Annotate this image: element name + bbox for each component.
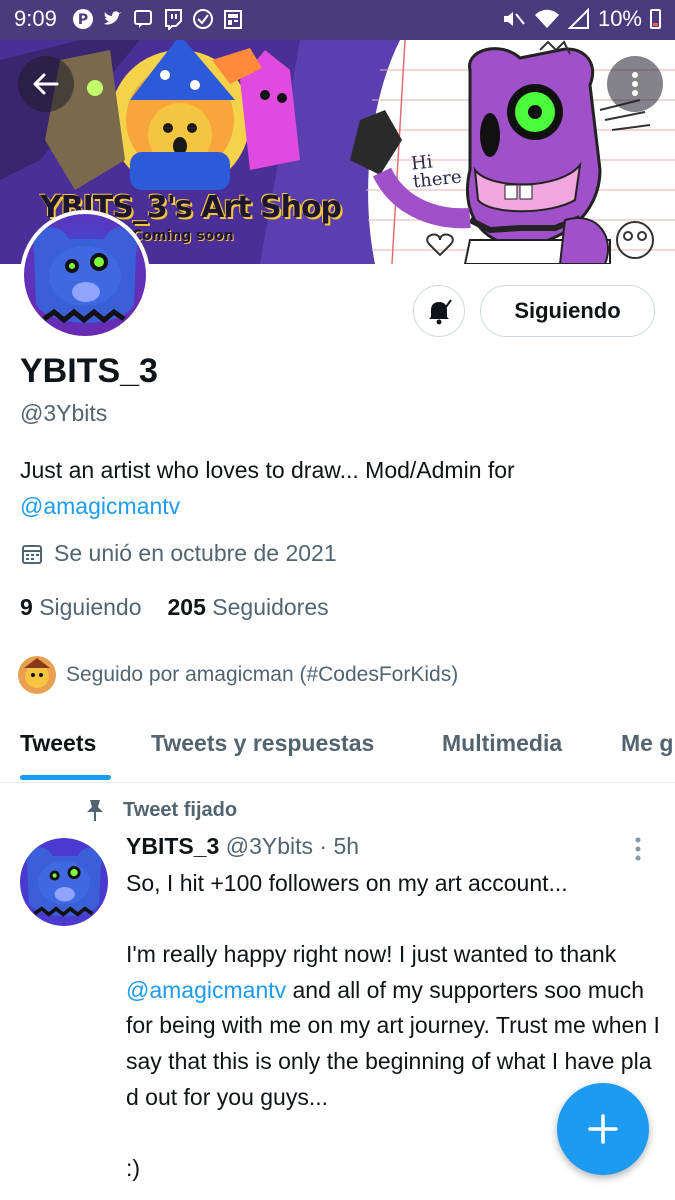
profile-handle: @3Ybits [20, 400, 108, 426]
pin-icon [87, 800, 103, 821]
active-tab-indicator [20, 775, 111, 780]
system-status: 10% [502, 6, 661, 32]
tweet-mention-link[interactable]: @amagicmantv [126, 977, 286, 1003]
tab-tweets-replies[interactable]: Tweets y respuestas [151, 730, 374, 757]
messenger-icon [134, 10, 152, 28]
tweet-time[interactable]: 5h [333, 833, 359, 859]
following-count: 9 [20, 594, 33, 620]
follower-avatar [18, 656, 56, 694]
tweet-author-avatar[interactable] [20, 838, 108, 926]
arrow-left-icon [33, 73, 59, 95]
tab-likes[interactable]: Me g [621, 730, 673, 757]
followed-by[interactable]: Seguido por amagicman (#CodesForKids) [18, 656, 458, 694]
twitter-icon [104, 11, 122, 25]
more-vertical-icon [632, 72, 638, 96]
notification-bell-button[interactable] [413, 285, 465, 337]
banner-speech-text: Hi there [410, 151, 463, 193]
compose-tweet-button[interactable] [557, 1083, 649, 1175]
svg-text:P: P [78, 12, 88, 28]
join-date-text: Se unió en octubre de 2021 [54, 540, 337, 566]
join-date: Se unió en octubre de 2021 [20, 540, 337, 567]
more-options-button[interactable] [607, 56, 663, 112]
pinned-label-text: Tweet fijado [123, 798, 238, 821]
bio-mention-link[interactable]: @amagicmantv [20, 493, 180, 519]
profile-bio: Just an artist who loves to draw... Mod/… [20, 452, 660, 524]
tweet-separator: · [313, 833, 334, 859]
tweet-avatar-image [20, 838, 108, 926]
banner-subtitle: Coming soon [132, 228, 234, 244]
follower-avatar-image [18, 656, 56, 694]
status-bar: 9:09 P 10% [0, 0, 675, 40]
tweet-more-button[interactable] [634, 836, 642, 867]
pinned-label: Tweet fijado [85, 798, 237, 822]
plus-icon [588, 1114, 618, 1144]
pinterest-icon: P [73, 9, 93, 29]
tab-tweets[interactable]: Tweets [20, 730, 96, 757]
followers-count: 205 [167, 594, 206, 620]
following-button[interactable]: Siguiendo [480, 285, 655, 337]
follow-counts: 9 Siguiendo 205 Seguidores [20, 594, 329, 621]
tab-media[interactable]: Multimedia [442, 730, 562, 757]
notification-icons: P [72, 8, 244, 30]
tweet-text-part-1: So, I hit +100 followers on my art accou… [126, 870, 617, 968]
notification-bell-icon [429, 299, 452, 325]
tweet-author-name[interactable]: YBITS_3 [126, 833, 219, 859]
calendar-icon [22, 544, 42, 564]
tweet-author-handle[interactable]: @3Ybits [226, 833, 313, 859]
tweet-header: YBITS_3 @3Ybits · 5h [126, 833, 359, 860]
more-vertical-icon [635, 837, 641, 861]
bio-text: Just an artist who loves to draw... Mod/… [20, 457, 515, 483]
battery-percent: 10% [597, 6, 642, 31]
avatar-image [24, 214, 146, 336]
twitch-icon [165, 9, 182, 30]
profile-tabs: Tweets Tweets y respuestas Multimedia Me… [0, 712, 675, 783]
following-count-link[interactable]: 9 Siguiendo [20, 594, 142, 621]
followed-by-text: Seguido por amagicman (#CodesForKids) [66, 663, 459, 686]
profile-name: YBITS_3 [20, 352, 158, 390]
profile-avatar[interactable] [20, 210, 150, 340]
back-button[interactable] [18, 56, 74, 112]
followers-count-link[interactable]: 205 Seguidores [168, 594, 329, 621]
mute-icon [503, 12, 525, 26]
signal-icon [567, 8, 589, 29]
status-time: 9:09 [14, 6, 57, 31]
news-icon [224, 10, 242, 29]
battery-icon [650, 9, 661, 29]
following-label: Siguiendo [39, 594, 142, 620]
check-circle-icon [193, 9, 213, 29]
wifi-icon [534, 9, 559, 28]
followers-label: Seguidores [212, 594, 329, 620]
